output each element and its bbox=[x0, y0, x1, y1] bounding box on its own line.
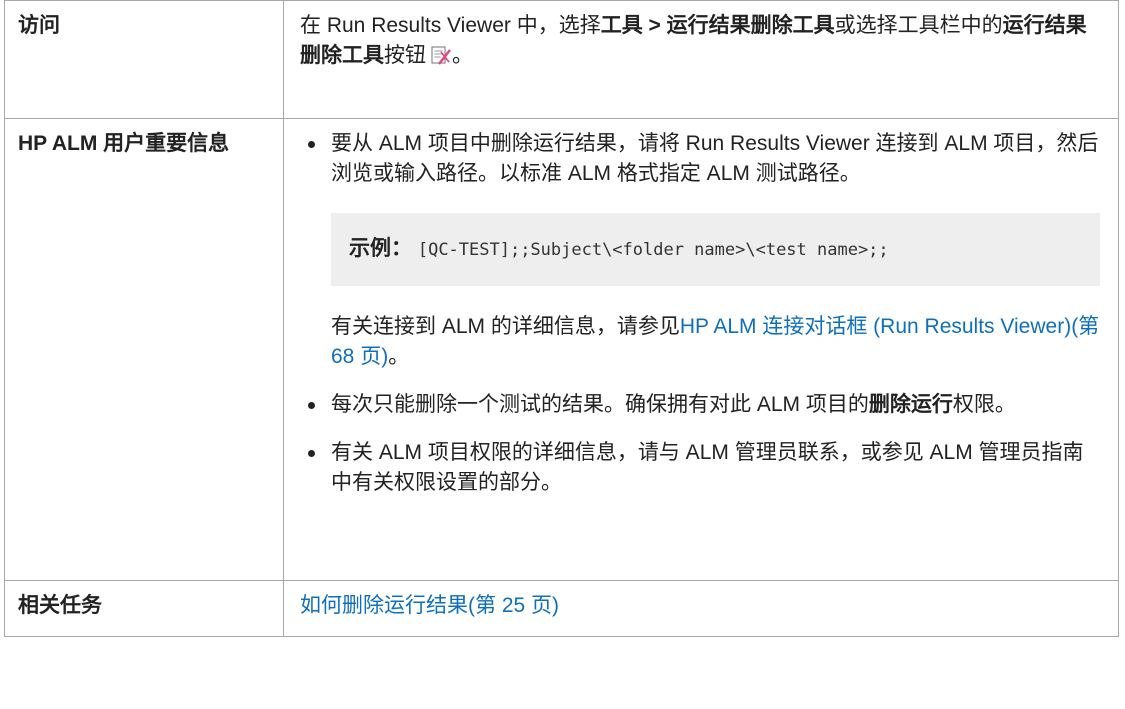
bullet-2-pre: 每次只能删除一个测试的结果。确保拥有对此 ALM 项目的 bbox=[331, 393, 869, 416]
table-row-alm: HP ALM 用户重要信息 要从 ALM 项目中删除运行结果，请将 Run Re… bbox=[4, 118, 1119, 581]
menu-path: 工具 > 运行结果删除工具 bbox=[600, 14, 835, 37]
access-content: 在 Run Results Viewer 中，选择工具 > 运行结果删除工具或选… bbox=[283, 0, 1119, 119]
run-results-deletion-tool-icon bbox=[430, 44, 452, 75]
bullet-dot-icon bbox=[308, 450, 315, 457]
bullet-dot-icon bbox=[308, 402, 315, 409]
tasks-content: 如何删除运行结果(第 25 页) bbox=[283, 580, 1119, 637]
bullet-2-post: 权限。 bbox=[952, 393, 1016, 416]
see-prefix: 有关连接到 ALM 的详细信息，请参见 bbox=[331, 315, 680, 338]
bullet-dot-icon bbox=[308, 141, 315, 148]
bullet-3-text: 有关 ALM 项目权限的详细信息，请与 ALM 管理员联系，或参见 ALM 管理… bbox=[331, 441, 1084, 494]
delete-run-results-link[interactable]: 如何删除运行结果(第 25 页) bbox=[300, 594, 559, 617]
alm-bullet-list: 要从 ALM 项目中删除运行结果，请将 Run Results Viewer 连… bbox=[300, 129, 1100, 498]
access-text-2: 或选择工具栏中的 bbox=[834, 14, 1003, 37]
info-table: 访问 在 Run Results Viewer 中，选择工具 > 运行结果删除工… bbox=[4, 0, 1119, 637]
table-row-tasks: 相关任务 如何删除运行结果(第 25 页) bbox=[4, 580, 1119, 637]
list-item: 有关 ALM 项目权限的详细信息，请与 ALM 管理员联系，或参见 ALM 管理… bbox=[300, 438, 1100, 498]
see-suffix: 。 bbox=[388, 345, 410, 368]
access-text-4: 。 bbox=[452, 44, 473, 67]
example-box: 示例： [QC-TEST];;Subject\<folder name>\<te… bbox=[331, 213, 1100, 286]
list-item: 每次只能删除一个测试的结果。确保拥有对此 ALM 项目的删除运行权限。 bbox=[300, 390, 1100, 420]
access-text-3: 按钮 bbox=[384, 44, 426, 67]
bullet-1-text: 要从 ALM 项目中删除运行结果，请将 Run Results Viewer 连… bbox=[331, 132, 1099, 185]
see-also-text: 有关连接到 ALM 的详细信息，请参见HP ALM 连接对话框 (Run Res… bbox=[331, 312, 1100, 372]
example-label: 示例： bbox=[349, 237, 412, 260]
example-code: [QC-TEST];;Subject\<folder name>\<test n… bbox=[417, 240, 889, 260]
access-text-1: 在 Run Results Viewer 中，选择 bbox=[300, 14, 601, 37]
list-item: 要从 ALM 项目中删除运行结果，请将 Run Results Viewer 连… bbox=[300, 129, 1100, 372]
table-row-access: 访问 在 Run Results Viewer 中，选择工具 > 运行结果删除工… bbox=[4, 0, 1119, 119]
alm-label: HP ALM 用户重要信息 bbox=[4, 118, 284, 581]
alm-content: 要从 ALM 项目中删除运行结果，请将 Run Results Viewer 连… bbox=[283, 118, 1119, 581]
access-label: 访问 bbox=[4, 0, 284, 119]
tasks-label: 相关任务 bbox=[4, 580, 284, 637]
bullet-2-bold: 删除运行 bbox=[868, 393, 953, 416]
